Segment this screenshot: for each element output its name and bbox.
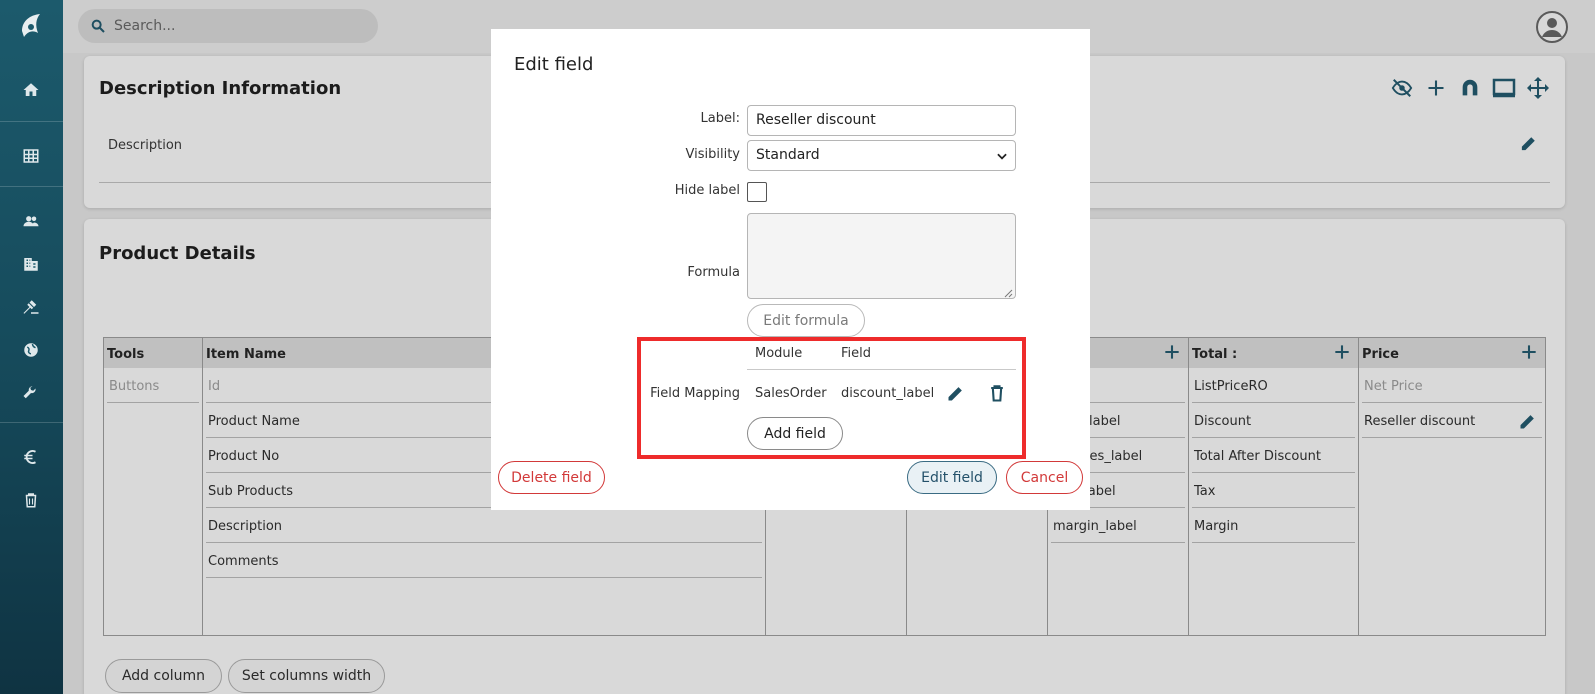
card-toolbar [1390,76,1550,100]
table-cell[interactable]: Reseller discount [1362,403,1542,438]
column-total: Total : ListPriceRO Discount Total After… [1189,338,1359,635]
grid-icon[interactable] [19,144,43,168]
users-icon[interactable] [19,209,43,233]
sidebar-divider [0,121,63,122]
add-field-plus-icon[interactable] [1519,342,1539,362]
column-tools: Tools Buttons [104,338,203,635]
home-icon[interactable] [19,78,43,102]
column-price: Price Net Price Reseller discount [1359,338,1545,635]
screen-icon[interactable] [1492,76,1516,100]
add-field-plus-icon[interactable] [1162,342,1182,362]
edit-description-icon[interactable] [1520,134,1540,154]
edit-field-dialog: Edit field Label: Reseller discount Visi… [491,29,1090,510]
edit-formula-button[interactable]: Edit formula [747,304,865,337]
column-header: Tools [104,338,202,368]
product-details-title: Product Details [99,243,256,264]
column-header: Total : [1189,338,1358,368]
column-header-label: Price [1362,347,1399,362]
move-icon[interactable] [1526,76,1550,100]
building-icon[interactable] [19,252,43,276]
search-input[interactable]: Search... [78,9,378,43]
hide-label-label: Hide label [674,183,740,198]
hide-label-checkbox[interactable] [747,182,767,202]
formula-textarea[interactable] [747,213,1016,299]
formula-label: Formula [687,265,740,280]
sidebar-divider [0,186,63,187]
table-cell[interactable]: ListPriceRO [1192,368,1355,403]
field-mapping-highlight [637,337,1026,459]
table-cell[interactable]: Description [206,508,762,543]
sidebar [0,0,63,694]
set-columns-width-button[interactable]: Set columns width [228,659,385,693]
table-cell[interactable]: Comments [206,543,762,578]
plus-icon[interactable] [1424,76,1448,100]
table-cell[interactable]: Discount [1192,403,1355,438]
wrench-icon[interactable] [19,381,43,405]
sidebar-divider [0,422,63,423]
chevron-down-icon [995,149,1009,163]
hide-icon[interactable] [1390,76,1414,100]
trash-icon[interactable] [19,488,43,512]
search-icon [90,18,106,34]
euro-icon[interactable] [19,445,43,469]
column-header-label: Total : [1192,347,1238,362]
table-cell[interactable]: Tax [1192,473,1355,508]
gavel-icon[interactable] [19,295,43,319]
table-cell-label: Reseller discount [1364,414,1476,429]
table-cell[interactable]: Buttons [107,368,199,403]
globe-icon[interactable] [19,338,43,362]
search-placeholder: Search... [114,18,176,34]
column-header: Price [1359,338,1545,368]
label-field-label: Label: [700,111,740,126]
visibility-select[interactable]: Standard [747,140,1016,171]
user-avatar-icon[interactable] [1536,11,1568,43]
label-input[interactable]: Reseller discount [747,105,1016,136]
description-field-label: Description [108,138,183,153]
resize-grip-icon[interactable] [1004,287,1013,298]
add-column-button[interactable]: Add column [105,659,222,693]
edit-field-pencil-icon[interactable] [1518,411,1538,431]
app-logo-icon[interactable] [16,11,46,41]
visibility-value: Standard [756,147,820,163]
description-card-title: Description Information [99,78,342,99]
table-cell[interactable]: Margin [1192,508,1355,543]
visibility-label: Visibility [685,147,740,162]
magnet-icon[interactable] [1458,76,1482,100]
edit-field-button[interactable]: Edit field [907,461,997,494]
table-cell[interactable]: Net Price [1362,368,1542,403]
table-cell[interactable]: margin_label [1051,508,1185,543]
cancel-button[interactable]: Cancel [1006,461,1083,494]
dialog-title: Edit field [514,54,594,75]
add-field-plus-icon[interactable] [1332,342,1352,362]
table-cell[interactable]: Total After Discount [1192,438,1355,473]
delete-field-button[interactable]: Delete field [498,461,605,494]
